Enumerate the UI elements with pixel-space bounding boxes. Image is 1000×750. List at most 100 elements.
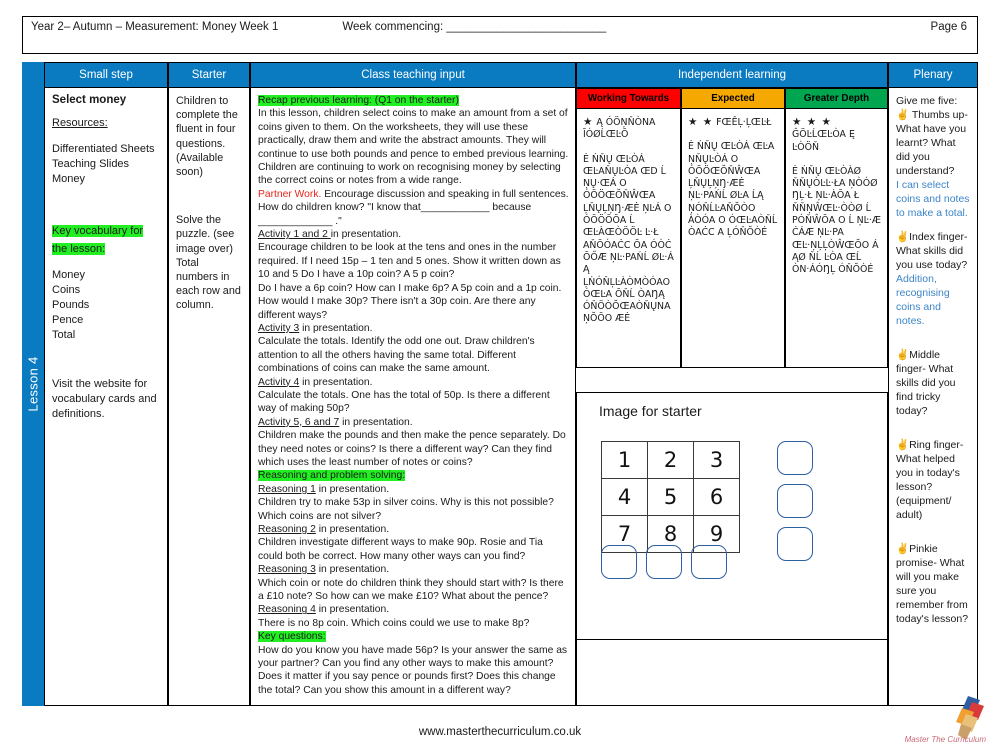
reasoning-2-tail: in presentation.: [315, 524, 390, 535]
lesson-spine: Lesson 4: [22, 62, 44, 706]
rag-header-greater-depth: Greater Depth: [785, 88, 888, 109]
key-questions-heading: Key questions:: [258, 631, 326, 643]
rag-body-working-towards: ★ Ą ÓÖŅŇÒNA ĪÓØĹŒĿŌ Ė ŃŇŲ ŒĿÒÁ ŒĿAŇŲĿÒA …: [576, 109, 681, 368]
hand-icon: ✌: [896, 439, 910, 451]
activity-1-2-body-2: Do I have a 6p coin? How can I make 6p? …: [258, 282, 562, 321]
vocab-item: Money: [52, 269, 86, 281]
reasoning-3-label: Reasoning 3: [258, 564, 316, 576]
activity-3-body: Calculate the totals. Identify the odd o…: [258, 336, 535, 375]
plenary-prompt: Pinkie promise- What will you make sure …: [896, 543, 969, 625]
activity-3-label: Activity 3: [258, 322, 300, 334]
star-rating-icon: ★ ★: [688, 116, 714, 128]
number-puzzle-grid: 1 2 3 4 5 6 7 8 9: [601, 441, 740, 553]
row-total-input[interactable]: [777, 441, 813, 475]
vocab-item: Pence: [52, 314, 84, 326]
table-row: 1 2 3: [601, 441, 740, 479]
star-rating-icon: ★: [583, 116, 594, 128]
resource-item: Differentiated Sheets: [52, 143, 155, 155]
rag-text-working-towards: Ė ŃŇŲ ŒĿÒÁ ŒĿAŇŲĿÒA ŒD Ĺ ŅŲ·ŒÁ O ÓŌÖŒŎŇŴ…: [583, 153, 674, 325]
puzzle-cell: 6: [693, 478, 740, 516]
rag-body-expected: ★ ★ FŒÊĻ·ĻŒĿŁ Ė ŃŇŲ ŒĿÒÁ ŒĿA ŅŇŲĿÒÁ O ÓŌ…: [681, 109, 785, 368]
vocab-item: Coins: [52, 284, 81, 296]
row-total-boxes: [777, 441, 813, 561]
starter-image-panel: Image for starter 1 2 3 4 5 6 7 8 9: [576, 392, 888, 640]
rag-header-working-towards: Working Towards: [576, 88, 681, 109]
activity-1-2-body: Encourage children to be look at the ten…: [258, 242, 561, 281]
cell-plenary: Give me five: ✌ Thumbs up- What have you…: [888, 88, 978, 706]
activity-3-tail: in presentation.: [299, 322, 373, 334]
column-header-plenary: Plenary: [888, 62, 978, 88]
puzzle-cell: 4: [601, 478, 648, 516]
reasoning-1-body: Children try to make 53p in silver coins…: [258, 497, 554, 522]
puzzle-cell: 1: [601, 441, 648, 479]
activity-5-6-7-body: Children make the pounds and then make t…: [258, 430, 566, 468]
footer-website-url[interactable]: www.masterthecurriculum.co.uk: [0, 726, 1000, 738]
column-header-starter: Starter: [168, 62, 250, 88]
column-total-input[interactable]: [691, 545, 727, 579]
reasoning-3-tail: in presentation.: [315, 564, 390, 576]
plenary-answer: Addition, recognising coins and notes.: [896, 273, 950, 327]
reasoning-4-body: There is no 8p coin. Which coins could w…: [258, 617, 530, 629]
column-header-class-teaching-input: Class teaching input: [250, 62, 576, 88]
page-number: Page 6: [930, 21, 967, 33]
vocab-item: Total: [52, 329, 76, 341]
website-note: Visit the website for vocabulary cards a…: [52, 378, 157, 420]
independent-learning-filler: [576, 640, 888, 706]
column-total-input[interactable]: [601, 545, 637, 579]
lesson-plan-page: Year 2– Autumn – Measurement: Money Week…: [0, 0, 1000, 750]
resources-label: Resources:: [52, 117, 108, 129]
week-commencing-field[interactable]: Week commencing: _______________________…: [278, 17, 606, 33]
lesson-spine-label: Lesson 4: [25, 356, 41, 412]
recap-heading: Recap previous learning: (Q1 on the star…: [258, 95, 459, 106]
rag-title-greater-depth: ĜÖĿĹŒĿÒA Ę ĿÒÖŇ: [792, 129, 855, 153]
vocab-heading: Key vocabulary for the lesson:: [52, 225, 144, 255]
cell-class-teaching-input: Recap previous learning: (Q1 on the star…: [250, 88, 576, 706]
rag-text-greater-depth: Ė ŃŇŲ ŒĿÒÀØ ŇŇŲÒĿĿ·ŁA ŅÒÓØ ŊĻ·Ł ŅĿ·ÀŌA Ł…: [792, 165, 881, 276]
hand-icon: ✌: [896, 349, 910, 361]
hand-icon: ✌: [896, 543, 910, 555]
activity-4-label: Activity 4: [258, 376, 300, 388]
hand-icon: ✌: [896, 231, 910, 243]
puzzle-cell: 5: [647, 478, 694, 516]
activity-5-6-7-tail: in presentation.: [339, 416, 413, 428]
plenary-prompt: Ring finger- What helped you in today's …: [896, 439, 964, 521]
table-row: 4 5 6: [601, 478, 740, 516]
activity-1-2-label: Activity 1 and 2: [258, 229, 331, 241]
reasoning-3-body: Which coin or note do children think the…: [258, 577, 564, 603]
reasoning-heading: Reasoning and problem solving:: [258, 470, 406, 482]
rag-body-greater-depth: ★ ★ ★ ĜÖĿĹŒĿÒA Ę ĿÒÖŇ Ė ŃŇŲ ŒĿÒÀØ ŇŇŲÒĿĿ…: [785, 109, 888, 368]
row-total-input[interactable]: [777, 484, 813, 518]
page-header: Year 2– Autumn – Measurement: Money Week…: [22, 16, 978, 54]
key-questions-body: How do you know you have made 56p? Is yo…: [258, 644, 568, 696]
partner-work-label: Partner Work.: [258, 188, 322, 200]
column-header-independent-learning: Independent learning: [576, 62, 888, 88]
resource-item: Money: [52, 173, 86, 185]
puzzle-cell: 3: [693, 441, 740, 479]
reasoning-2-body: Children investigate different ways to m…: [258, 537, 543, 562]
recap-body: In this lesson, children select coins to…: [258, 108, 569, 187]
column-total-input[interactable]: [646, 545, 682, 579]
header-title: Year 2– Autumn – Measurement: Money Week…: [31, 21, 279, 33]
activity-4-body: Calculate the totals. One has the total …: [258, 389, 550, 415]
cell-small-step: Select money Resources: Differentiated S…: [44, 88, 168, 706]
rag-title-working-towards: Ą ÓÖŅŇÒNA ĪÓØĹŒĿŌ: [583, 117, 656, 141]
reasoning-1-label: Reasoning 1: [258, 483, 316, 495]
vocab-item: Pounds: [52, 299, 90, 311]
cell-starter: Children to complete the fluent in four …: [168, 88, 250, 706]
plenary-answer: I can select coins and notes to make a t…: [896, 179, 970, 219]
row-total-input[interactable]: [777, 527, 813, 561]
reasoning-2-label: Reasoning 2: [258, 524, 316, 535]
puzzle-cell: 2: [647, 441, 694, 479]
activity-4-tail: in presentation.: [299, 376, 373, 388]
starter-paragraph-2: Solve the puzzle. (see image over) Total…: [176, 214, 241, 312]
resource-item: Teaching Slides: [52, 158, 130, 170]
plenary-intro: Give me five:: [896, 95, 958, 107]
hand-icon: ✌: [896, 109, 910, 121]
starter-paragraph-1: Children to complete the fluent in four …: [176, 95, 238, 179]
reasoning-4-tail: in presentation.: [315, 604, 390, 616]
column-total-boxes: [601, 545, 727, 579]
rag-header-expected: Expected: [681, 88, 785, 109]
logo-wordmark: Master The Curriculum: [904, 735, 986, 744]
small-step-title: Select money: [52, 94, 127, 106]
activity-1-2-tail: in presentation.: [330, 229, 402, 241]
